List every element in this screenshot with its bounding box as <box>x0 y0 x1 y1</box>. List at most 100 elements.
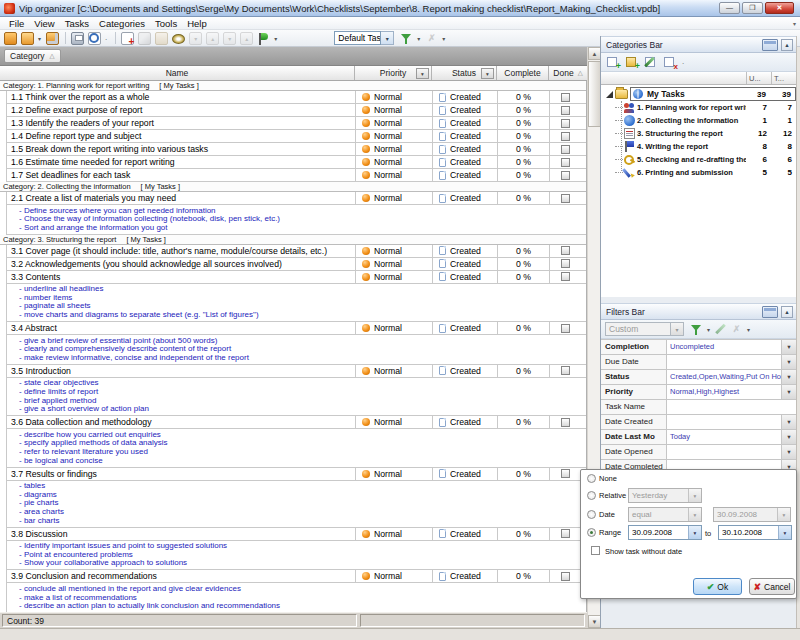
clear-filter-icon-2[interactable]: ✗ <box>730 323 743 336</box>
task-row[interactable]: 3.6 Data collection and methodologyNorma… <box>6 416 586 429</box>
filter-value[interactable]: Created,Open,Waiting,Put On Hold,Ca <box>667 370 781 384</box>
task-priority[interactable]: Normal <box>356 104 433 116</box>
done-checkbox[interactable] <box>561 132 570 141</box>
new-task-icon[interactable] <box>121 32 134 45</box>
delete-category-icon[interactable]: x <box>663 56 678 69</box>
print-preview-icon[interactable] <box>88 32 101 45</box>
print-icon[interactable] <box>71 32 84 45</box>
filter-row-completion[interactable]: CompletionUncompleted▼ <box>601 340 796 355</box>
done-checkbox[interactable] <box>561 119 570 128</box>
done-checkbox[interactable] <box>561 158 570 167</box>
column-header-priority[interactable]: Priority ▾ <box>355 66 432 80</box>
task-priority[interactable]: Normal <box>356 192 433 204</box>
task-row[interactable]: 3.8 DiscussionNormalCreated0 % <box>6 528 586 541</box>
menu-tasks[interactable]: Tasks <box>60 18 94 29</box>
task-done-cell[interactable] <box>550 156 580 168</box>
open-dropdown-icon[interactable]: ▾ <box>38 35 41 42</box>
task-priority[interactable]: Normal <box>356 156 433 168</box>
task-priority[interactable]: Normal <box>356 570 433 582</box>
done-checkbox[interactable] <box>561 469 570 478</box>
task-status[interactable]: Created <box>433 271 498 283</box>
done-checkbox[interactable] <box>561 366 570 375</box>
task-done-cell[interactable] <box>550 468 580 480</box>
column-header-status[interactable]: Status ▾ <box>432 66 497 80</box>
radio-date[interactable] <box>587 510 596 519</box>
task-row[interactable]: 3.4 AbstractNormalCreated0 % <box>6 322 586 335</box>
task-template-combo-arrow[interactable]: ▾ <box>381 31 394 45</box>
filter-dropdown-icon[interactable]: ▼ <box>781 340 796 354</box>
radio-row-range[interactable]: Range <box>587 528 621 537</box>
filter-value[interactable]: Normal,High,Highest <box>667 385 781 399</box>
done-checkbox[interactable] <box>561 246 570 255</box>
radio-none[interactable] <box>587 474 596 483</box>
tree-item-category-6[interactable]: 6. Printing and submission55 <box>601 166 796 179</box>
task-priority[interactable]: Normal <box>356 468 433 480</box>
status-filter-button[interactable]: ▾ <box>481 68 494 79</box>
task-done-cell[interactable] <box>550 130 580 142</box>
task-priority[interactable]: Normal <box>356 258 433 270</box>
group-by-category-chip[interactable]: Category△ <box>4 49 61 63</box>
task-name[interactable]: 3.8 Discussion <box>7 528 356 540</box>
radio-row-none[interactable]: None <box>587 474 617 483</box>
task-priority[interactable]: Normal <box>356 169 433 181</box>
done-checkbox[interactable] <box>561 529 570 538</box>
task-name[interactable]: 2.1 Create a list of materials you may n… <box>7 192 356 204</box>
radio-relative[interactable] <box>587 491 596 500</box>
radio-range[interactable] <box>587 528 596 537</box>
new-database-icon[interactable] <box>4 32 17 45</box>
task-priority[interactable]: Normal <box>356 528 433 540</box>
move-bottom-icon[interactable]: ▾ <box>223 32 236 45</box>
task-priority[interactable]: Normal <box>356 245 433 257</box>
apply-filter-dropdown[interactable]: ▾ <box>707 326 710 333</box>
menu-categories[interactable]: Categories <box>94 18 150 29</box>
task-priority[interactable]: Normal <box>356 365 433 377</box>
filter-icon[interactable] <box>400 32 413 45</box>
task-done-cell[interactable] <box>550 322 580 334</box>
add-subcategory-icon[interactable]: + <box>625 56 640 69</box>
categories-bar-collapse-icon[interactable]: ▲ <box>781 39 793 51</box>
task-row[interactable]: 3.5 IntroductionNormalCreated0 % <box>6 365 586 378</box>
task-priority[interactable]: Normal <box>356 91 433 103</box>
task-status[interactable]: Created <box>433 169 498 181</box>
task-done-cell[interactable] <box>550 91 580 103</box>
task-name[interactable]: 1.1 Think over the report as a whole <box>7 91 356 103</box>
task-template-combo[interactable]: Default Tas <box>334 31 381 45</box>
task-row[interactable]: 1.6 Estimate time needed for report writ… <box>6 156 586 169</box>
task-done-cell[interactable] <box>550 416 580 428</box>
filter-value[interactable] <box>667 400 796 414</box>
task-done-cell[interactable] <box>550 143 580 155</box>
column-header-name[interactable]: Name <box>0 66 355 80</box>
save-database-icon[interactable] <box>46 32 59 45</box>
tree-col-uncompleted[interactable]: U... <box>746 72 771 84</box>
menu-help[interactable]: Help <box>182 18 212 29</box>
done-checkbox[interactable] <box>561 324 570 333</box>
done-checkbox[interactable] <box>561 93 570 102</box>
task-row[interactable]: 1.2 Define exact purpose of reportNormal… <box>6 104 586 117</box>
task-name[interactable]: 1.7 Set deadlines for each task <box>7 169 356 181</box>
task-done-cell[interactable] <box>550 570 580 582</box>
open-database-icon[interactable] <box>21 32 34 45</box>
task-name[interactable]: 1.3 Identify the readers of your report <box>7 117 356 129</box>
view-eye-icon[interactable] <box>172 34 185 44</box>
task-name[interactable]: 3.3 Contents <box>7 271 356 283</box>
task-status[interactable]: Created <box>433 365 498 377</box>
task-name[interactable]: 3.4 Abstract <box>7 322 356 334</box>
filter-row-due-date[interactable]: Due Date▼ <box>601 355 796 370</box>
move-top-icon[interactable]: ▴ <box>240 32 253 45</box>
task-done-cell[interactable] <box>550 192 580 204</box>
task-row[interactable]: 3.1 Cover page (it should include: title… <box>6 245 586 258</box>
done-checkbox[interactable] <box>561 572 570 581</box>
tree-item-category-1[interactable]: 1. Planning work for report writing77 <box>601 101 796 114</box>
done-checkbox[interactable] <box>561 106 570 115</box>
task-status[interactable]: Created <box>433 192 498 204</box>
task-priority[interactable]: Normal <box>356 416 433 428</box>
tree-item-my-tasks[interactable]: My Tasks3939 <box>601 87 796 101</box>
menu-tools[interactable]: Tools <box>150 18 182 29</box>
task-status[interactable]: Created <box>433 258 498 270</box>
task-row[interactable]: 1.7 Set deadlines for each taskNormalCre… <box>6 169 586 182</box>
task-status[interactable]: Created <box>433 570 498 582</box>
category-group-row[interactable]: Category: 2. Collecting the information[… <box>0 182 586 192</box>
task-status[interactable]: Created <box>433 143 498 155</box>
filter-value[interactable] <box>667 415 781 429</box>
apply-filter-icon[interactable] <box>690 323 703 336</box>
